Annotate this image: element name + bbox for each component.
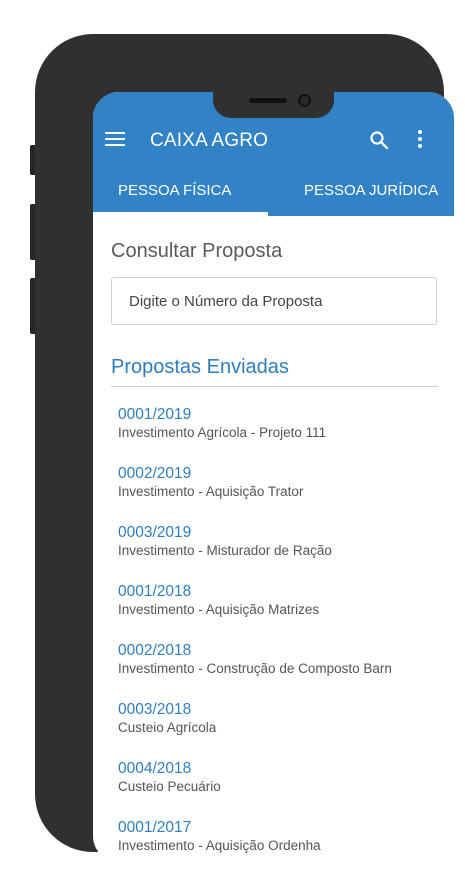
proposal-description: Investimento - Aquisição Matrizes xyxy=(118,601,392,618)
proposal-number: 0002/2019 xyxy=(118,465,392,483)
proposal-number-input[interactable] xyxy=(111,277,437,325)
divider xyxy=(111,386,438,387)
proposal-description: Custeio Pecuário xyxy=(118,778,392,795)
tab-pessoa-juridica[interactable]: PESSOA JURÍDICA xyxy=(304,182,438,199)
active-tab-indicator xyxy=(93,212,268,216)
proposal-list: 0001/2019 Investimento Agrícola - Projet… xyxy=(118,406,392,862)
proposal-number: 0001/2017 xyxy=(118,819,392,837)
consult-title: Consultar Proposta xyxy=(111,240,282,263)
search-icon[interactable] xyxy=(369,130,389,150)
app-title: CAIXA AGRO xyxy=(150,130,268,152)
proposal-item[interactable]: 0004/2018 Custeio Pecuário xyxy=(118,760,392,819)
more-vert-icon[interactable] xyxy=(415,130,425,150)
phone-frame: CAIXA AGRO PESSOA FÍSICA PESSOA JURÍDICA… xyxy=(35,34,444,852)
sent-proposals-title: Propostas Enviadas xyxy=(111,356,289,379)
tab-pessoa-fisica[interactable]: PESSOA FÍSICA xyxy=(118,182,231,199)
proposal-number: 0004/2018 xyxy=(118,760,392,778)
proposal-description: Investimento Agrícola - Projeto 111 xyxy=(118,424,392,441)
proposal-item[interactable]: 0003/2019 Investimento - Misturador de R… xyxy=(118,524,392,583)
proposal-item[interactable]: 0002/2018 Investimento - Construção de C… xyxy=(118,642,392,701)
proposal-description: Investimento - Misturador de Ração xyxy=(118,542,392,559)
proposal-number: 0003/2018 xyxy=(118,701,392,719)
proposal-number: 0003/2019 xyxy=(118,524,392,542)
proposal-item[interactable]: 0001/2019 Investimento Agrícola - Projet… xyxy=(118,406,392,465)
camera xyxy=(298,94,311,107)
proposal-item[interactable]: 0002/2019 Investimento - Aquisição Trato… xyxy=(118,465,392,524)
phone-notch xyxy=(213,92,334,118)
proposal-item[interactable]: 0001/2017 Investimento - Aquisição Orden… xyxy=(118,819,392,862)
speaker xyxy=(249,98,287,103)
proposal-description: Custeio Agrícola xyxy=(118,719,392,736)
hamburger-menu-icon[interactable] xyxy=(105,132,125,146)
proposal-description: Investimento - Aquisição Trator xyxy=(118,483,392,500)
proposal-item[interactable]: 0001/2018 Investimento - Aquisição Matri… xyxy=(118,583,392,642)
proposal-number: 0002/2018 xyxy=(118,642,392,660)
proposal-number: 0001/2018 xyxy=(118,583,392,601)
screen: CAIXA AGRO PESSOA FÍSICA PESSOA JURÍDICA… xyxy=(93,92,454,862)
proposal-description: Investimento - Aquisição Ordenha xyxy=(118,837,392,854)
proposal-item[interactable]: 0003/2018 Custeio Agrícola xyxy=(118,701,392,760)
proposal-number: 0001/2019 xyxy=(118,406,392,424)
proposal-description: Investimento - Construção de Composto Ba… xyxy=(118,660,392,677)
app-header: CAIXA AGRO PESSOA FÍSICA PESSOA JURÍDICA xyxy=(93,92,454,216)
